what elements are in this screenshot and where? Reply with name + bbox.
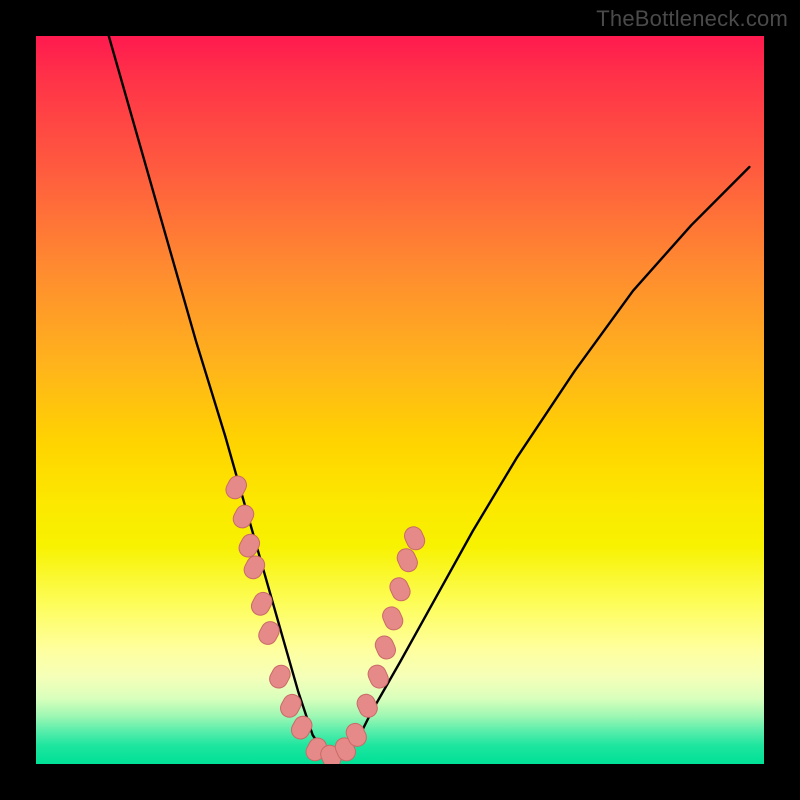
data-marker: [372, 633, 398, 662]
plot-area: [36, 36, 764, 764]
chart-frame: TheBottleneck.com: [0, 0, 800, 800]
data-marker: [380, 604, 406, 633]
watermark-text: TheBottleneck.com: [596, 6, 788, 32]
data-marker: [266, 662, 293, 691]
data-marker: [288, 713, 315, 742]
bottleneck-curve: [109, 36, 750, 757]
data-marker: [230, 502, 257, 531]
data-marker: [223, 473, 250, 502]
chart-svg: [36, 36, 764, 764]
marker-layer: [223, 473, 428, 764]
data-marker: [387, 575, 413, 604]
data-marker: [241, 553, 268, 582]
data-marker: [354, 691, 380, 720]
curve-layer: [109, 36, 750, 757]
